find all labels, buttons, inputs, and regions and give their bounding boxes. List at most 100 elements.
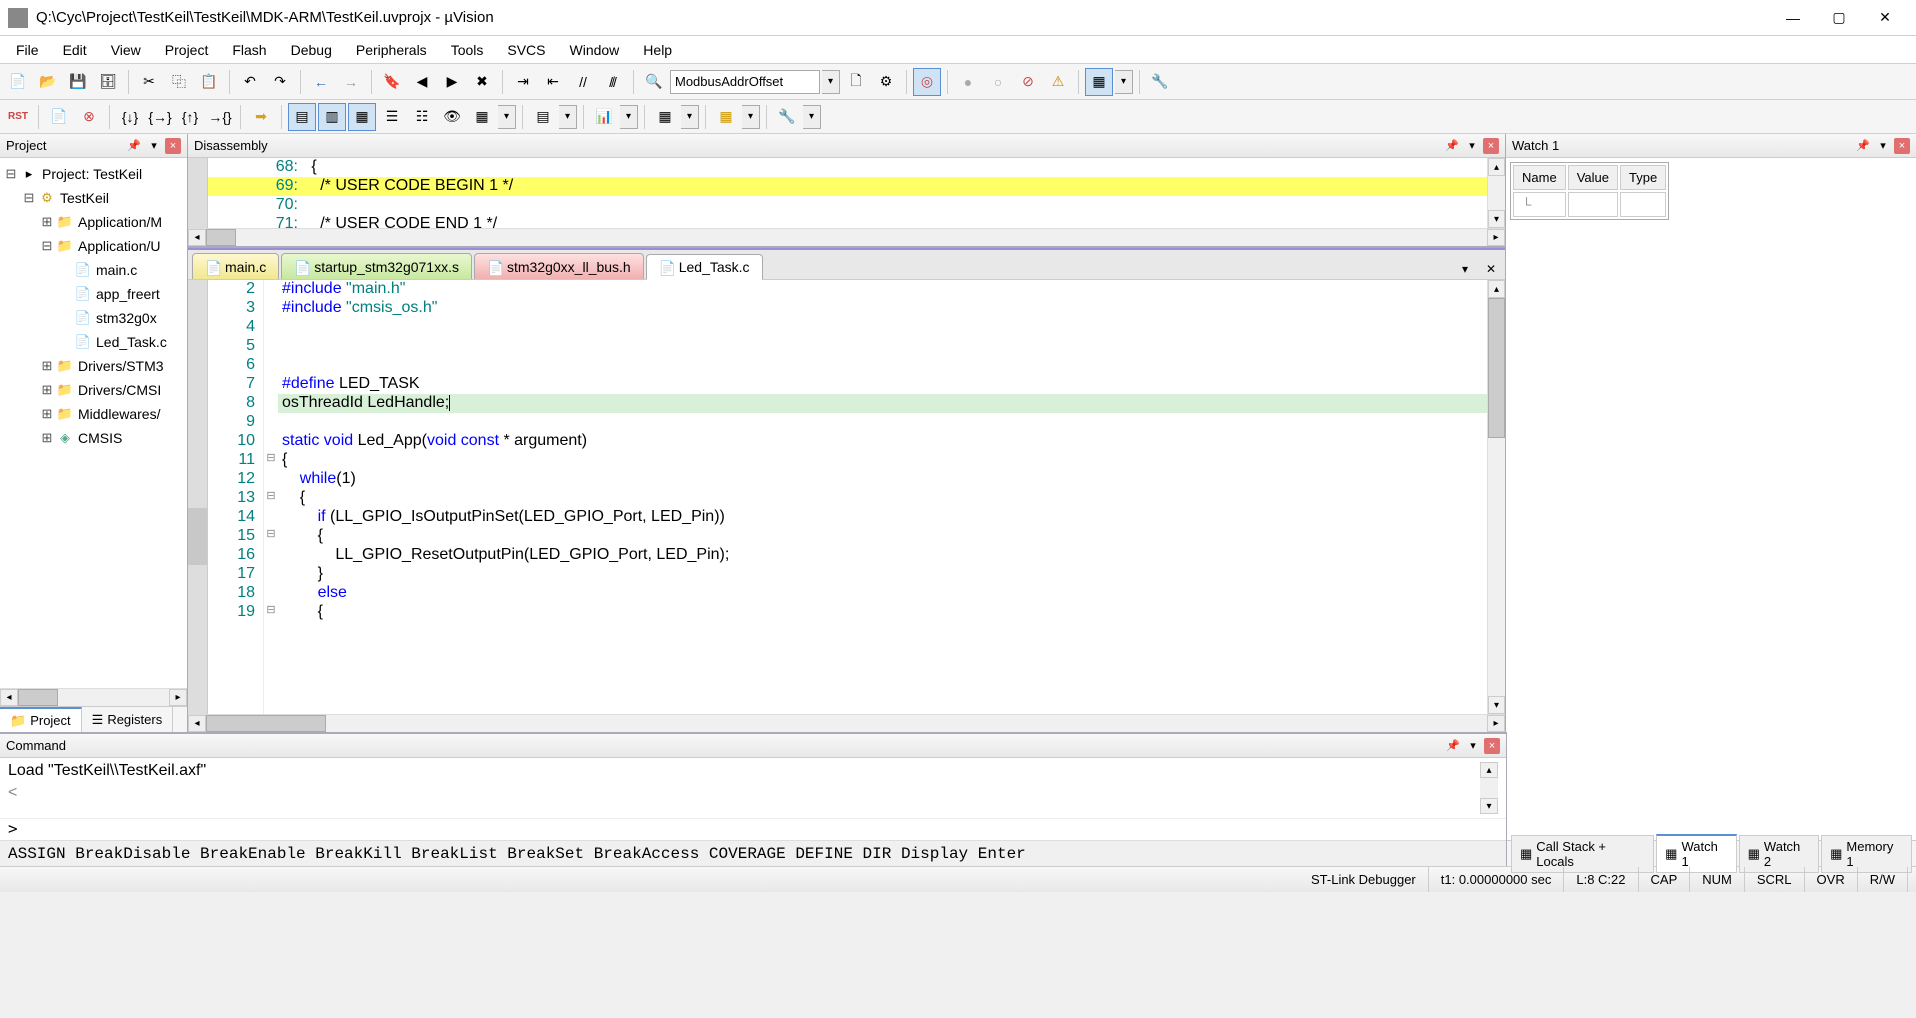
tree-file[interactable]: 📄stm32g0x: [0, 306, 187, 330]
fold-toggle[interactable]: [264, 337, 278, 356]
nav-back-button[interactable]: ←: [307, 68, 335, 96]
scroll-down-icon[interactable]: ▾: [1488, 210, 1505, 228]
memory-dropdown[interactable]: ▾: [498, 105, 516, 129]
watch-cell[interactable]: [1620, 192, 1666, 217]
scroll-left-icon[interactable]: ◂: [188, 229, 206, 246]
project-tree[interactable]: ⊟▸Project: TestKeil⊟⚙TestKeil⊞📁Applicati…: [0, 158, 187, 688]
scroll-down-icon[interactable]: ▾: [1480, 798, 1498, 814]
code-line[interactable]: {: [278, 451, 1487, 470]
run-button[interactable]: 📄: [45, 103, 73, 131]
stop-button[interactable]: ⊗: [75, 103, 103, 131]
pin-icon[interactable]: 📌: [1444, 738, 1462, 754]
show-next-button[interactable]: ➡: [247, 103, 275, 131]
uncomment-button[interactable]: /̸/: [599, 68, 627, 96]
fold-toggle[interactable]: [264, 584, 278, 603]
menu-debug[interactable]: Debug: [279, 38, 344, 62]
bookmark-prev-button[interactable]: ◀: [408, 68, 436, 96]
editor-tab[interactable]: 📄main.c: [192, 253, 279, 279]
window-layout-button[interactable]: ▦: [1085, 68, 1113, 96]
tree-root[interactable]: ⊟▸Project: TestKeil: [0, 162, 187, 186]
watch-cell[interactable]: [1568, 192, 1618, 217]
save-button[interactable]: 💾: [64, 68, 92, 96]
command-hints[interactable]: ASSIGN BreakDisable BreakEnable BreakKil…: [0, 840, 1506, 866]
scroll-thumb[interactable]: [1488, 298, 1505, 438]
editor-tab[interactable]: 📄startup_stm32g071xx.s: [281, 253, 472, 279]
tab-list-dropdown[interactable]: ▾: [1455, 259, 1475, 279]
scroll-down-icon[interactable]: ▾: [1488, 696, 1505, 714]
code-line[interactable]: {: [278, 603, 1487, 622]
disasm-scrollbar-h[interactable]: ◂ ▸: [188, 228, 1505, 246]
editor-tab[interactable]: 📄Led_Task.c: [646, 254, 763, 280]
expand-icon[interactable]: ⊞: [40, 406, 54, 422]
menu-svcs[interactable]: SVCS: [495, 38, 557, 62]
editor-tab[interactable]: 📄stm32g0xx_ll_bus.h: [474, 253, 644, 279]
step-into-button[interactable]: {↓}: [116, 103, 144, 131]
watch-cell[interactable]: └: [1513, 192, 1566, 217]
debug-button[interactable]: ◎: [913, 68, 941, 96]
code-line[interactable]: if (LL_GPIO_IsOutputPinSet(LED_GPIO_Port…: [278, 508, 1487, 527]
indent-button[interactable]: ⇥: [509, 68, 537, 96]
editor-code[interactable]: #include "main.h"#include "cmsis_os.h" #…: [278, 280, 1487, 714]
bookmark-next-button[interactable]: ▶: [438, 68, 466, 96]
undo-button[interactable]: ↶: [236, 68, 264, 96]
tree-group[interactable]: ⊟📁Application/U: [0, 234, 187, 258]
fold-toggle[interactable]: [264, 508, 278, 527]
sysview-dropdown[interactable]: ▾: [742, 105, 760, 129]
code-line[interactable]: {: [278, 527, 1487, 546]
new-file-button[interactable]: 📄: [4, 68, 32, 96]
fold-toggle[interactable]: [264, 413, 278, 432]
open-file-button[interactable]: 📂: [34, 68, 62, 96]
fold-toggle[interactable]: [264, 280, 278, 299]
editor-scrollbar-v[interactable]: ▴ ▾: [1487, 280, 1505, 714]
analysis-window-button[interactable]: 📊: [590, 103, 618, 131]
close-icon[interactable]: ×: [165, 138, 181, 154]
fold-toggle[interactable]: [264, 299, 278, 318]
code-line[interactable]: #include "main.h": [278, 280, 1487, 299]
menu-file[interactable]: File: [4, 38, 51, 62]
code-line[interactable]: [278, 413, 1487, 432]
fold-toggle[interactable]: ⊟: [264, 603, 278, 622]
fold-toggle[interactable]: [264, 356, 278, 375]
bookmark-clear-button[interactable]: ✖: [468, 68, 496, 96]
project-scrollbar-h[interactable]: ◂ ▸: [0, 688, 187, 706]
find-button[interactable]: 🔍: [640, 68, 668, 96]
analysis-dropdown[interactable]: ▾: [620, 105, 638, 129]
maximize-button[interactable]: ▢: [1816, 3, 1862, 33]
menu-edit[interactable]: Edit: [51, 38, 99, 62]
fold-toggle[interactable]: ⊟: [264, 489, 278, 508]
pin-icon[interactable]: 📌: [1443, 138, 1461, 154]
dropdown-icon[interactable]: ▾: [145, 138, 163, 154]
scroll-right-icon[interactable]: ▸: [169, 689, 187, 706]
symbols-window-button[interactable]: ▦: [348, 103, 376, 131]
fold-toggle[interactable]: [264, 375, 278, 394]
expand-icon[interactable]: ⊞: [40, 382, 54, 398]
code-line[interactable]: #define LED_TASK: [278, 375, 1487, 394]
watch-col-header[interactable]: Name: [1513, 165, 1566, 190]
editor-scrollbar-h[interactable]: ◂ ▸: [188, 714, 1505, 732]
editor-fold-column[interactable]: ⊟⊟⊟⊟: [264, 280, 278, 714]
expand-icon[interactable]: ⊟: [40, 238, 54, 254]
fold-toggle[interactable]: [264, 565, 278, 584]
save-all-button[interactable]: 🗄: [94, 68, 122, 96]
scroll-left-icon[interactable]: ◂: [0, 689, 18, 706]
tab-close-button[interactable]: ✕: [1481, 259, 1501, 279]
command-window-button[interactable]: ▤: [288, 103, 316, 131]
serial-dropdown[interactable]: ▾: [559, 105, 577, 129]
code-line[interactable]: }: [278, 565, 1487, 584]
fold-toggle[interactable]: [264, 470, 278, 489]
trace-dropdown[interactable]: ▾: [681, 105, 699, 129]
toolbox-dropdown[interactable]: ▾: [803, 105, 821, 129]
expand-icon[interactable]: ⊞: [40, 430, 54, 446]
menu-view[interactable]: View: [99, 38, 153, 62]
dropdown-icon[interactable]: ▾: [1464, 738, 1482, 754]
menu-tools[interactable]: Tools: [439, 38, 496, 62]
layout-dropdown[interactable]: ▾: [1115, 70, 1133, 94]
scroll-thumb[interactable]: [206, 229, 236, 246]
tree-target[interactable]: ⊟⚙TestKeil: [0, 186, 187, 210]
tree-group[interactable]: ⊞◈CMSIS: [0, 426, 187, 450]
project-tab-project[interactable]: 📁Project: [0, 707, 82, 732]
incremental-find-button[interactable]: ⚙: [872, 68, 900, 96]
menu-flash[interactable]: Flash: [220, 38, 278, 62]
breakpoint-kill-button[interactable]: ⚠: [1044, 68, 1072, 96]
call-stack-button[interactable]: ☷: [408, 103, 436, 131]
